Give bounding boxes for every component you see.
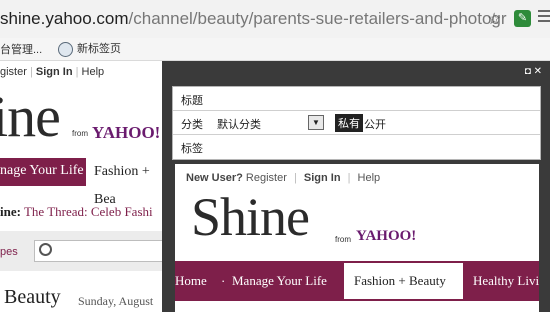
title-label: 标题 <box>181 95 203 107</box>
category-select[interactable]: 默认分类 <box>217 116 261 132</box>
background-page: gister | Sign In | Help ine from YAHOO! … <box>0 61 162 312</box>
url-path: /channel/beauty/parents-sue-retailers-an… <box>128 9 507 28</box>
shine-logo: Shine <box>191 187 310 247</box>
title-row[interactable]: 标题 <box>173 87 540 111</box>
menu-icon[interactable] <box>538 10 550 25</box>
address-bar[interactable]: shine.yahoo.com/channel/beauty/parents-s… <box>0 0 550 39</box>
bg-top-links: gister | Sign In | Help <box>0 66 105 78</box>
bookmark-label: 新标签页 <box>77 43 121 55</box>
bg-yahoo-logo: YAHOO! <box>92 123 161 142</box>
bg-search-input[interactable] <box>34 240 162 262</box>
bg-nav-bar: nage Your Life Fashion + Bea <box>0 158 162 207</box>
private-toggle[interactable]: 私有 <box>335 114 363 132</box>
panel-scrollbar[interactable] <box>542 164 550 312</box>
panel-controls[interactable]: ◘ ✕ <box>525 66 542 77</box>
search-icon <box>39 243 52 256</box>
yahoo-logo: YAHOO! <box>356 228 417 244</box>
bookmark-star-icon[interactable]: ☆ <box>487 9 501 29</box>
bg-thread-line: ine: The Thread: Celeb Fashi <box>0 204 153 220</box>
bookmark-panel: ◘ ✕ 标题 分类 默认分类 ▼ 私有 公开 标签 New User? Regi… <box>162 61 550 312</box>
bg-help-link[interactable]: Help <box>82 66 105 78</box>
new-user-label: New User? <box>186 172 243 184</box>
globe-icon <box>58 41 73 57</box>
bookmark-item[interactable]: 台管理... <box>0 41 42 57</box>
nav-manage-your-life[interactable]: Manage Your Life <box>232 273 327 289</box>
bg-thread-prefix: ine: <box>0 204 21 219</box>
bg-search-prefix: pes <box>0 246 18 258</box>
url-text[interactable]: shine.yahoo.com/channel/beauty/parents-s… <box>0 9 507 29</box>
bg-date: Sunday, August <box>78 294 154 308</box>
from-text: from <box>335 235 351 244</box>
preview-nav-bar: Home · Manage Your Life Fashion + Beauty… <box>175 261 539 301</box>
nav-separator: · <box>221 273 226 288</box>
tags-row[interactable]: 标签 <box>173 135 540 158</box>
register-link[interactable]: Register <box>246 172 287 184</box>
nav-home[interactable]: Home <box>175 273 207 289</box>
tags-label: 标签 <box>181 143 203 155</box>
bookmark-form: 标题 分类 默认分类 ▼ 私有 公开 标签 <box>172 86 541 160</box>
bg-sign-in-link[interactable]: Sign In <box>36 66 73 78</box>
nav-healthy-living[interactable]: Healthy Livi <box>473 273 539 289</box>
bg-thread-link[interactable]: The Thread: Celeb Fashi <box>24 204 153 219</box>
bookmarks-bar: 台管理... 新标签页 <box>0 38 550 61</box>
category-label: 分类 <box>181 119 203 131</box>
bg-nav-manage[interactable]: nage Your Life <box>0 163 84 179</box>
page-preview: New User? Register | Sign In | Help Shin… <box>175 164 539 312</box>
sign-in-link[interactable]: Sign In <box>304 172 341 184</box>
bg-nav-fashion[interactable]: Fashion + Bea <box>86 158 162 207</box>
bg-from-text: from <box>72 129 88 138</box>
extension-icon[interactable]: ✎ <box>514 10 531 27</box>
category-row: 分类 默认分类 ▼ 私有 公开 <box>173 111 540 135</box>
help-link[interactable]: Help <box>358 172 381 184</box>
public-toggle[interactable]: 公开 <box>364 116 386 132</box>
url-host: shine.yahoo.com <box>0 9 129 28</box>
chevron-down-icon[interactable]: ▼ <box>308 115 324 130</box>
bg-heading: Beauty <box>4 286 61 308</box>
preview-top-links: New User? Register | Sign In | Help <box>186 172 381 184</box>
nav-fashion-beauty[interactable]: Fashion + Beauty <box>344 263 463 299</box>
bg-register-link[interactable]: gister <box>0 66 27 78</box>
bg-shine-logo: ine <box>0 84 61 149</box>
bookmark-new-tab[interactable]: 新标签页 <box>58 40 121 57</box>
